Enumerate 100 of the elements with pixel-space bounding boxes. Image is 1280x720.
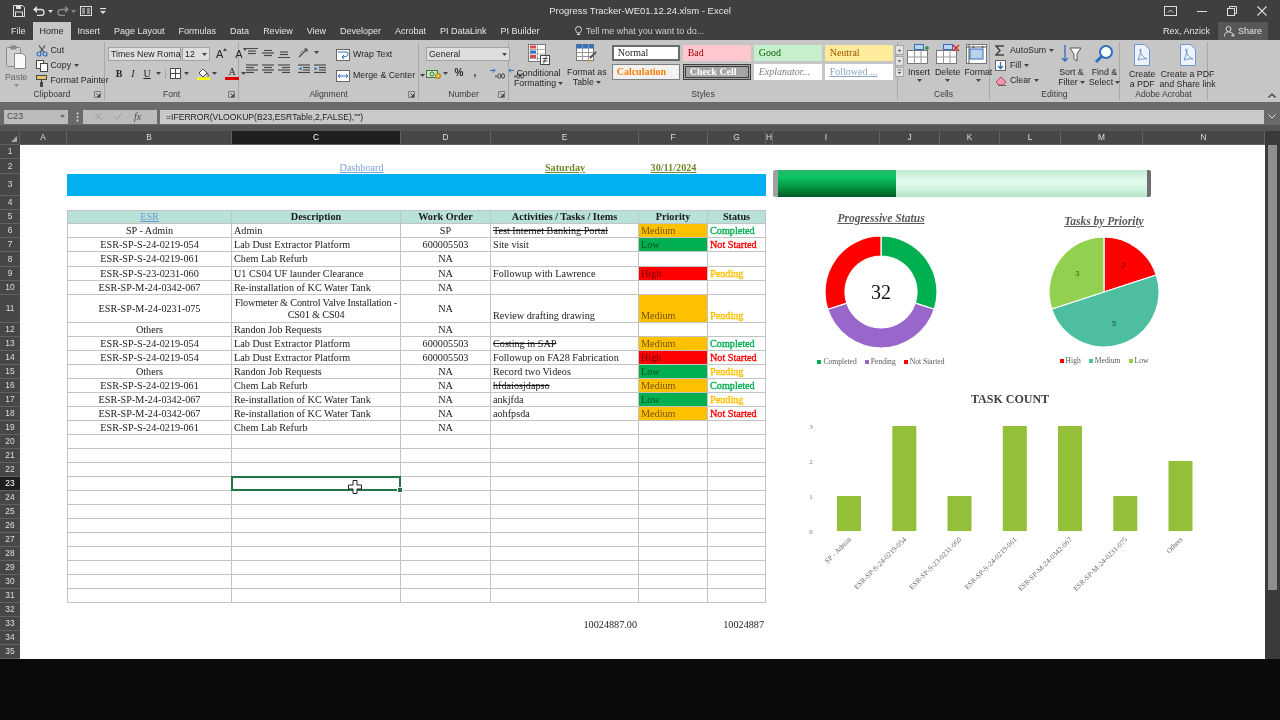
format-cells-button[interactable]: Format — [962, 43, 995, 88]
save-icon[interactable] — [13, 5, 25, 17]
wrap-text-button[interactable]: Wrap Text — [334, 47, 395, 62]
row-header[interactable]: 7 — [0, 238, 20, 252]
clear-button[interactable]: Clear — [993, 73, 1057, 88]
row-header[interactable]: 17 — [0, 393, 20, 407]
row-header[interactable]: 21 — [0, 449, 20, 463]
row-header[interactable]: 27 — [0, 533, 20, 547]
row-header[interactable]: 20 — [0, 435, 20, 449]
format-as-table-button[interactable]: Format as Table — [565, 43, 609, 88]
find-select-button[interactable]: Find & Select — [1086, 43, 1123, 88]
name-box[interactable]: C23 — [4, 109, 68, 124]
ribbon-tab[interactable]: Review — [256, 22, 300, 40]
money-icon[interactable] — [426, 67, 441, 79]
delete-cells-button[interactable]: Delete — [933, 43, 963, 88]
copy-button[interactable]: Copy — [33, 58, 111, 73]
comma-style-button[interactable]: , — [468, 67, 482, 79]
row-header[interactable]: 13 — [0, 337, 20, 351]
number-format-field[interactable]: General — [426, 47, 510, 61]
sheet-column-header[interactable]: L — [1000, 131, 1061, 145]
row-header[interactable]: 9 — [0, 267, 20, 281]
italic-button[interactable]: I — [126, 67, 140, 80]
align-left-icon[interactable] — [246, 64, 258, 74]
sort-filter-button[interactable]: Sort & Filter — [1056, 43, 1087, 88]
restore-icon[interactable] — [1227, 6, 1237, 16]
font-size-field[interactable]: 12 — [182, 47, 210, 61]
row-header[interactable]: 25 — [0, 505, 20, 519]
fill-button[interactable]: Fill — [993, 58, 1057, 73]
format-painter-button[interactable]: Format Painter — [33, 73, 111, 88]
ribbon-display-icon[interactable] — [1164, 6, 1177, 16]
sheet-column-header[interactable]: I — [773, 131, 880, 145]
sheet-column-header[interactable]: J — [880, 131, 940, 145]
gallery-more-icon[interactable] — [894, 67, 904, 77]
row-header[interactable]: 3 — [0, 174, 20, 196]
row-header[interactable]: 29 — [0, 561, 20, 575]
insert-function-button[interactable]: fx — [134, 110, 142, 123]
paint-bucket-icon[interactable] — [197, 67, 210, 80]
row-header[interactable]: 35 — [0, 645, 20, 659]
vertical-scrollbar[interactable] — [1265, 131, 1280, 659]
sheet-column-header[interactable]: M — [1061, 131, 1143, 145]
close-icon[interactable] — [1257, 6, 1267, 16]
dialog-launcher-icon[interactable] — [408, 90, 415, 98]
autosum-button[interactable]: AutoSum — [993, 43, 1057, 58]
align-middle-icon[interactable] — [262, 47, 274, 58]
borders-icon[interactable] — [170, 68, 181, 79]
ribbon-tab[interactable]: PI DataLink — [433, 22, 494, 40]
undo-icon[interactable] — [33, 6, 45, 16]
row-header[interactable]: 8 — [0, 252, 20, 267]
row-header[interactable]: 22 — [0, 463, 20, 477]
insert-cells-button[interactable]: Insert — [905, 43, 933, 88]
row-header[interactable]: 18 — [0, 407, 20, 421]
sheet-column-header[interactable]: C — [232, 131, 401, 145]
form-icon[interactable] — [80, 6, 92, 16]
cell-style-option[interactable]: Bad — [682, 45, 751, 61]
font-color-button[interactable]: A — [225, 67, 239, 80]
row-header[interactable]: 26 — [0, 519, 20, 533]
cell-style-option[interactable]: Normal — [611, 45, 680, 61]
cut-button[interactable]: Cut — [33, 43, 111, 58]
font-name-field[interactable]: Times New Roma — [108, 47, 181, 61]
redo-icon[interactable] — [57, 6, 69, 16]
row-header[interactable]: 5 — [0, 210, 20, 224]
selected-cell[interactable] — [231, 476, 401, 491]
ribbon-tab[interactable]: File — [4, 22, 33, 40]
sheet-column-header[interactable]: B — [67, 131, 232, 145]
tell-me-field[interactable]: Tell me what you want to do... — [585, 24, 714, 38]
decrease-indent-icon[interactable] — [298, 64, 310, 74]
row-header[interactable]: 6 — [0, 224, 20, 238]
more-options-icon[interactable] — [76, 111, 79, 122]
row-header[interactable]: 12 — [0, 323, 20, 337]
ribbon-tab[interactable]: Insert — [70, 22, 108, 40]
text-orientation-icon[interactable] — [298, 47, 310, 58]
row-header[interactable]: 11 — [0, 295, 20, 323]
create-share-pdf-button[interactable]: Create a PDF and Share link — [1157, 43, 1218, 89]
user-name[interactable]: Rex, Anzick — [1162, 25, 1210, 37]
dialog-launcher-icon[interactable] — [498, 90, 505, 98]
formula-field[interactable]: =IFERROR(VLOOKUP(B23,ESRTable,2,FALSE),"") — [160, 109, 1264, 124]
ribbon-tab[interactable]: Developer — [333, 22, 389, 40]
bold-button[interactable]: B — [112, 67, 126, 80]
sheet-column-header[interactable]: D — [401, 131, 491, 145]
collapse-ribbon-icon[interactable] — [1268, 93, 1276, 98]
increase-indent-icon[interactable] — [314, 64, 326, 74]
sheet-column-header[interactable]: K — [940, 131, 1000, 145]
row-header[interactable]: 23 — [0, 477, 20, 491]
shrink-font-button[interactable]: A — [233, 48, 249, 60]
customize-toolbar-icon[interactable] — [100, 8, 106, 14]
ribbon-tab[interactable]: Formulas — [171, 22, 224, 40]
underline-button[interactable]: U — [140, 67, 154, 80]
percent-style-button[interactable]: % — [452, 67, 466, 79]
ribbon-tab[interactable]: Data — [223, 22, 257, 40]
increase-decimal-icon[interactable] — [490, 67, 505, 79]
cell-style-option[interactable]: Neutral — [824, 45, 893, 61]
row-header[interactable]: 30 — [0, 575, 20, 589]
ribbon-tab[interactable]: Acrobat — [388, 22, 434, 40]
grow-font-button[interactable]: A — [214, 48, 230, 60]
row-header[interactable]: 28 — [0, 547, 20, 561]
scrollbar-thumb[interactable] — [1268, 145, 1277, 590]
row-header[interactable]: 16 — [0, 379, 20, 393]
select-all-button[interactable] — [0, 131, 20, 145]
row-header[interactable]: 31 — [0, 589, 20, 603]
row-header[interactable]: 33 — [0, 617, 20, 631]
